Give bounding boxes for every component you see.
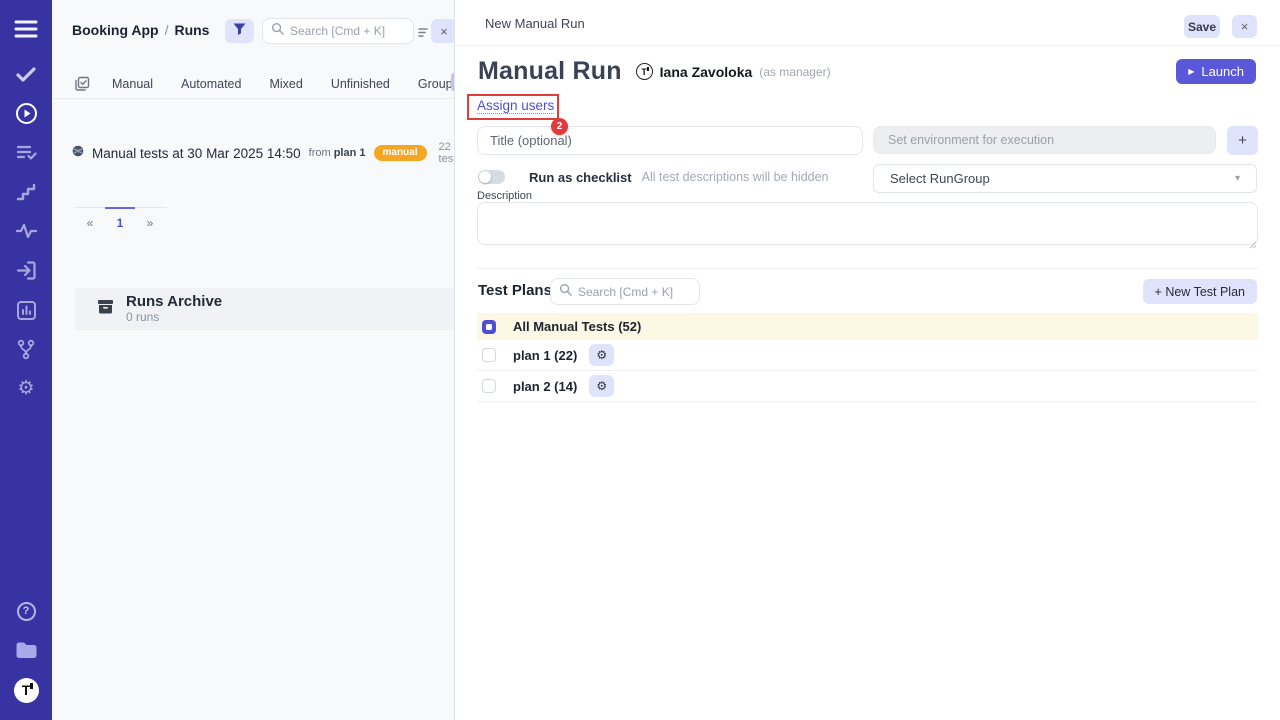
test-plans-search-input[interactable] — [578, 285, 691, 299]
panel-close-button[interactable]: × — [431, 19, 455, 43]
tab-mixed[interactable]: Mixed — [269, 77, 302, 91]
save-button[interactable]: Save — [1184, 15, 1220, 38]
tests-check-icon[interactable] — [0, 64, 52, 84]
test-plan-row-plan-1[interactable]: plan 1 (22) ⚙ — [477, 340, 1258, 371]
close-icon: × — [1241, 19, 1249, 34]
annotation-step-badge: 2 — [551, 118, 568, 135]
runs-search[interactable] — [262, 18, 414, 44]
test-plans-title: Test Plans — [478, 282, 552, 299]
runs-archive-item[interactable]: Runs Archive 0 runs — [75, 288, 455, 330]
test-plan-label: plan 2 (14) — [513, 379, 577, 394]
runs-tabs: Manual Automated Mixed Unfinished Groups — [52, 70, 454, 99]
description-textarea[interactable] — [477, 202, 1258, 245]
activity-pulse-icon[interactable] — [0, 221, 52, 241]
test-plans-search[interactable] — [550, 278, 700, 305]
checkbox-unchecked[interactable] — [482, 379, 496, 393]
checklist-hint: All test descriptions will be hidden — [642, 170, 829, 184]
funnel-icon — [233, 23, 246, 39]
help-icon[interactable]: ? — [0, 601, 52, 621]
projects-folder-icon[interactable] — [0, 639, 52, 661]
archive-title: Runs Archive — [126, 294, 222, 311]
run-globe-icon — [72, 144, 84, 162]
launch-button[interactable]: ▶ Launch — [1176, 59, 1256, 84]
breadcrumb-separator: / — [165, 22, 169, 38]
toggle-knob — [479, 171, 491, 183]
page-title: Manual Run — [478, 57, 622, 86]
checkbox-checked[interactable] — [482, 320, 496, 334]
run-title-row: Manual Run T Iana Zavoloka (as manager) — [478, 57, 831, 86]
close-icon: × — [440, 24, 448, 39]
description-label: Description — [477, 190, 532, 202]
pagination-next-button[interactable]: » — [135, 207, 165, 237]
branches-icon[interactable] — [0, 338, 52, 360]
runs-search-input[interactable] — [290, 24, 405, 38]
run-as-checklist-toggle[interactable] — [478, 170, 505, 184]
filter-button[interactable] — [225, 19, 254, 43]
checklist-tab-icon[interactable] — [74, 76, 90, 92]
app-logo[interactable]: T — [0, 677, 52, 703]
rungroup-select[interactable]: Select RunGroup ▾ — [873, 164, 1257, 193]
chevron-down-icon: ▾ — [1235, 173, 1240, 184]
run-type-badge: manual — [374, 145, 427, 161]
section-divider — [477, 268, 1258, 269]
test-plan-label: plan 1 (22) — [513, 348, 577, 363]
new-test-plan-button[interactable]: + New Test Plan — [1143, 279, 1257, 304]
owner-name: Iana Zavoloka — [660, 64, 753, 80]
archive-runs-count: 0 runs — [126, 310, 222, 324]
run-tests-count: 22 tests — [439, 141, 455, 165]
tab-unfinished[interactable]: Unfinished — [331, 77, 390, 91]
pagination-page-1[interactable]: 1 — [105, 207, 135, 237]
checkbox-unchecked[interactable] — [482, 348, 496, 362]
owner-avatar: T — [636, 63, 653, 80]
new-run-panel: New Manual Run Save × Manual Run T Iana … — [455, 0, 1280, 720]
sort-lines-icon[interactable] — [418, 25, 429, 43]
assign-users-link[interactable]: Assign users — [477, 98, 554, 114]
tab-manual[interactable]: Manual — [112, 77, 153, 91]
rungroup-value: Select RunGroup — [890, 171, 990, 186]
hamburger-menu-icon[interactable] — [0, 17, 52, 41]
run-title-input[interactable] — [477, 126, 863, 155]
breadcrumb: Booking App / Runs — [72, 22, 209, 38]
run-from: from plan 1 — [309, 147, 366, 159]
test-plan-list: All Manual Tests (52) plan 1 (22) ⚙ plan… — [477, 313, 1258, 402]
close-panel-button[interactable]: × — [1232, 15, 1257, 38]
run-list-item[interactable]: Manual tests at 30 Mar 2025 14:50 from p… — [72, 140, 447, 166]
gear-icon: ⚙ — [596, 379, 607, 393]
launch-play-icon: ▶ — [1188, 68, 1194, 76]
plan-settings-button[interactable]: ⚙ — [589, 375, 614, 397]
tab-automated[interactable]: Automated — [181, 77, 241, 91]
breadcrumb-current: Runs — [174, 22, 209, 38]
archive-box-icon — [97, 298, 114, 320]
steps-icon[interactable] — [0, 182, 52, 202]
gear-icon: ⚙ — [596, 348, 607, 362]
test-plan-row-plan-2[interactable]: plan 2 (14) ⚙ — [477, 371, 1258, 402]
breadcrumb-project[interactable]: Booking App — [72, 22, 159, 38]
test-plan-row-all-manual[interactable]: All Manual Tests (52) — [477, 313, 1258, 340]
test-plan-label: All Manual Tests (52) — [513, 319, 641, 334]
runs-play-circle-icon[interactable] — [0, 101, 52, 125]
owner-role: (as manager) — [759, 65, 830, 79]
new-run-header-title: New Manual Run — [485, 16, 585, 31]
run-plan-name: plan 1 — [334, 147, 366, 159]
environment-input[interactable] — [873, 126, 1216, 154]
run-title: Manual tests at 30 Mar 2025 14:50 — [92, 146, 301, 161]
import-icon[interactable] — [0, 259, 52, 281]
pagination: « 1 » — [75, 207, 167, 237]
app-sidebar: ⚙ ? T — [0, 0, 52, 720]
pagination-prev-button[interactable]: « — [75, 207, 105, 237]
plan-settings-button[interactable]: ⚙ — [589, 344, 614, 366]
run-owner: T Iana Zavoloka (as manager) — [636, 63, 831, 80]
settings-gear-icon[interactable]: ⚙ — [0, 377, 52, 399]
tab-groups[interactable]: Groups — [418, 77, 455, 91]
runs-list-panel: Booking App / Runs × Manual Automated Mi… — [52, 0, 455, 720]
add-environment-button[interactable]: + — [1227, 126, 1258, 155]
search-icon — [559, 283, 572, 301]
analytics-bar-chart-icon[interactable] — [0, 299, 52, 321]
search-icon — [271, 22, 284, 40]
suites-list-check-icon[interactable] — [0, 143, 52, 163]
checklist-row: Run as checklist All test descriptions w… — [478, 167, 829, 187]
checklist-label: Run as checklist — [529, 170, 632, 185]
runs-topbar: Booking App / Runs × — [52, 0, 454, 62]
new-run-header: New Manual Run Save × — [455, 0, 1280, 46]
